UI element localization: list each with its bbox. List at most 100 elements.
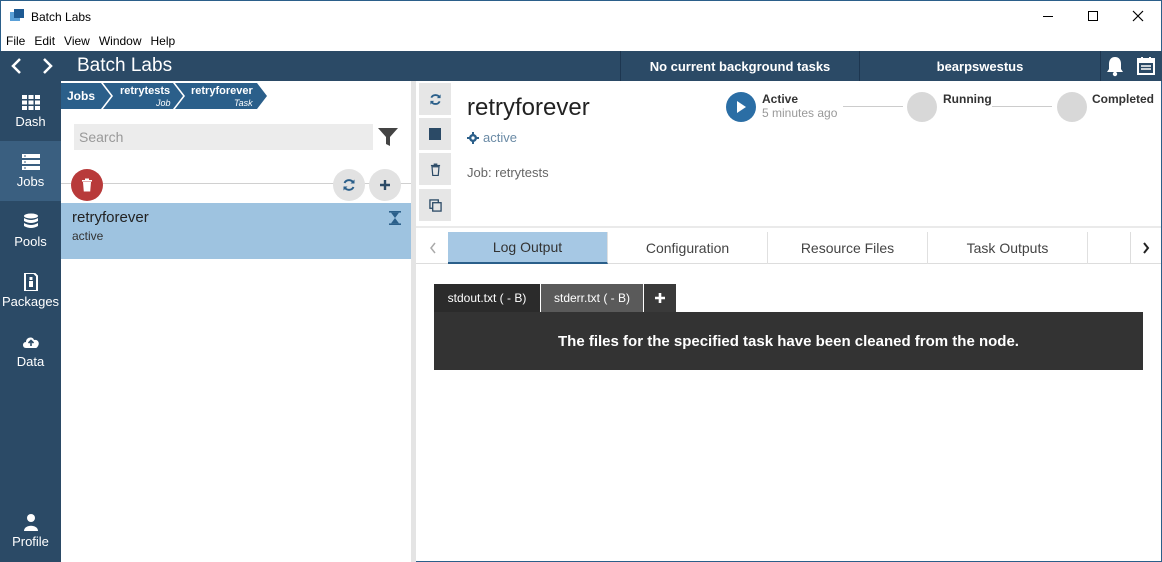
progress-connector	[843, 106, 903, 107]
nav-label: Data	[16, 354, 45, 369]
chevron-right-icon	[1142, 242, 1149, 254]
progress-step-running	[907, 92, 937, 122]
filter-icon	[378, 128, 398, 146]
header-separator	[1100, 51, 1101, 81]
log-output-message: The files for the specified task have be…	[434, 312, 1143, 370]
tabs-scroll-left-button[interactable]	[418, 232, 448, 264]
nav-item-jobs[interactable]: Jobs	[0, 141, 61, 201]
progress-step-completed	[1057, 92, 1087, 122]
plus-icon	[380, 180, 390, 190]
nav-label: Jobs	[16, 174, 45, 189]
detail-divider	[416, 226, 1161, 228]
add-file-tab-button[interactable]	[644, 284, 676, 312]
breadcrumb-title: Jobs	[67, 89, 96, 103]
refresh-icon	[429, 93, 441, 105]
cloud-upload-icon	[23, 337, 39, 348]
nav-item-pools[interactable]: Pools	[0, 201, 61, 261]
menu-edit[interactable]: Edit	[29, 31, 59, 48]
delete-button[interactable]	[71, 169, 103, 201]
window-titlebar: Batch Labs	[0, 0, 1162, 31]
file-tab-stdout[interactable]: stdout.txt ( - B)	[434, 284, 540, 312]
breadcrumb-task[interactable]: retryforever Task	[185, 83, 261, 109]
refresh-task-button[interactable]	[419, 83, 451, 115]
copy-icon	[428, 198, 442, 212]
search-input[interactable]	[74, 124, 373, 150]
chevron-right-icon	[43, 58, 53, 74]
breadcrumb-subtitle: Task	[234, 98, 253, 108]
breadcrumb-title: retrytests	[120, 85, 171, 97]
progress-step-time: 5 minutes ago	[762, 106, 838, 120]
nav-item-data[interactable]: Data	[0, 321, 61, 381]
filter-button[interactable]	[377, 126, 399, 148]
list-item-name: retryforever	[72, 209, 149, 226]
tab-log-output[interactable]: Log Output	[448, 232, 608, 264]
background-tasks-status[interactable]: No current background tasks	[621, 51, 859, 81]
app-logo-icon	[10, 9, 25, 22]
back-button[interactable]	[6, 56, 26, 76]
minimize-button[interactable]	[1025, 1, 1071, 31]
refresh-list-button[interactable]	[333, 169, 365, 201]
minimize-icon	[1043, 15, 1053, 17]
task-list-panel: Jobs retrytests Job retryforever Task re…	[61, 81, 411, 562]
play-icon	[737, 101, 746, 113]
add-task-button[interactable]	[369, 169, 401, 201]
menu-window[interactable]: Window	[94, 31, 146, 48]
progress-step-label: Running	[943, 92, 992, 106]
nav-item-packages[interactable]: Packages	[0, 261, 61, 321]
gear-icon	[467, 131, 479, 144]
notifications-button[interactable]	[1103, 55, 1127, 77]
nav-label: Packages	[1, 294, 60, 309]
breadcrumb-subtitle: Job	[156, 98, 171, 108]
nav-label: Dash	[15, 114, 46, 129]
nav-label: Profile	[12, 534, 49, 549]
window-title: Batch Labs	[31, 10, 92, 24]
list-item-state: active	[72, 229, 104, 243]
dashboard-icon	[22, 95, 40, 110]
app-title: Batch Labs	[77, 55, 173, 76]
file-tab-stderr[interactable]: stderr.txt ( - B)	[541, 284, 643, 312]
packages-icon	[24, 273, 38, 291]
tab-resource-files[interactable]: Resource Files	[768, 232, 928, 264]
maximize-icon	[1088, 11, 1098, 21]
list-item[interactable]: retryforever active	[61, 203, 411, 259]
menu-help[interactable]: Help	[146, 31, 180, 48]
refresh-icon	[343, 179, 355, 191]
calendar-icon	[1137, 57, 1155, 75]
breadcrumb-jobs[interactable]: Jobs	[61, 83, 109, 109]
tab-task-outputs[interactable]: Task Outputs	[928, 232, 1088, 264]
schedule-button[interactable]	[1134, 55, 1158, 77]
menu-view[interactable]: View	[59, 31, 94, 48]
nav-item-profile[interactable]: Profile	[0, 501, 61, 561]
delete-task-button[interactable]	[419, 153, 451, 185]
chevron-left-icon	[430, 242, 436, 254]
close-button[interactable]	[1115, 1, 1161, 31]
tab-configuration[interactable]: Configuration	[608, 232, 768, 264]
stop-icon	[429, 128, 441, 140]
chevron-left-icon	[11, 58, 21, 74]
hourglass-icon	[389, 211, 401, 225]
progress-connector	[992, 106, 1052, 107]
breadcrumb-job[interactable]: retrytests Job	[113, 83, 181, 109]
task-state: active	[467, 130, 517, 145]
maximize-button[interactable]	[1070, 1, 1116, 31]
account-selector[interactable]: bearpswestus	[860, 51, 1100, 81]
pools-icon	[24, 213, 38, 228]
bell-icon	[1107, 57, 1123, 77]
nav-item-dash[interactable]: Dash	[0, 81, 61, 141]
parent-job-label: Job: retrytests	[467, 165, 549, 180]
clone-task-button[interactable]	[419, 189, 451, 221]
progress-step-label: Completed	[1092, 92, 1155, 106]
plus-icon	[655, 293, 665, 303]
nav-label: Pools	[14, 234, 47, 249]
task-state-label: active	[483, 130, 517, 145]
close-icon	[1132, 10, 1144, 22]
tabs-scroll-right-button[interactable]	[1130, 232, 1160, 264]
forward-button[interactable]	[38, 56, 58, 76]
progress-step-active	[726, 92, 756, 122]
task-progress-tracker: Active 5 minutes ago Running Completed	[726, 90, 1156, 130]
left-navigation: Dash Jobs Pools Packages Data Profile	[0, 81, 61, 562]
breadcrumb-title: retryforever	[191, 85, 253, 97]
terminate-task-button[interactable]	[419, 118, 451, 150]
trash-icon	[82, 178, 92, 192]
menu-file[interactable]: File	[1, 31, 29, 48]
